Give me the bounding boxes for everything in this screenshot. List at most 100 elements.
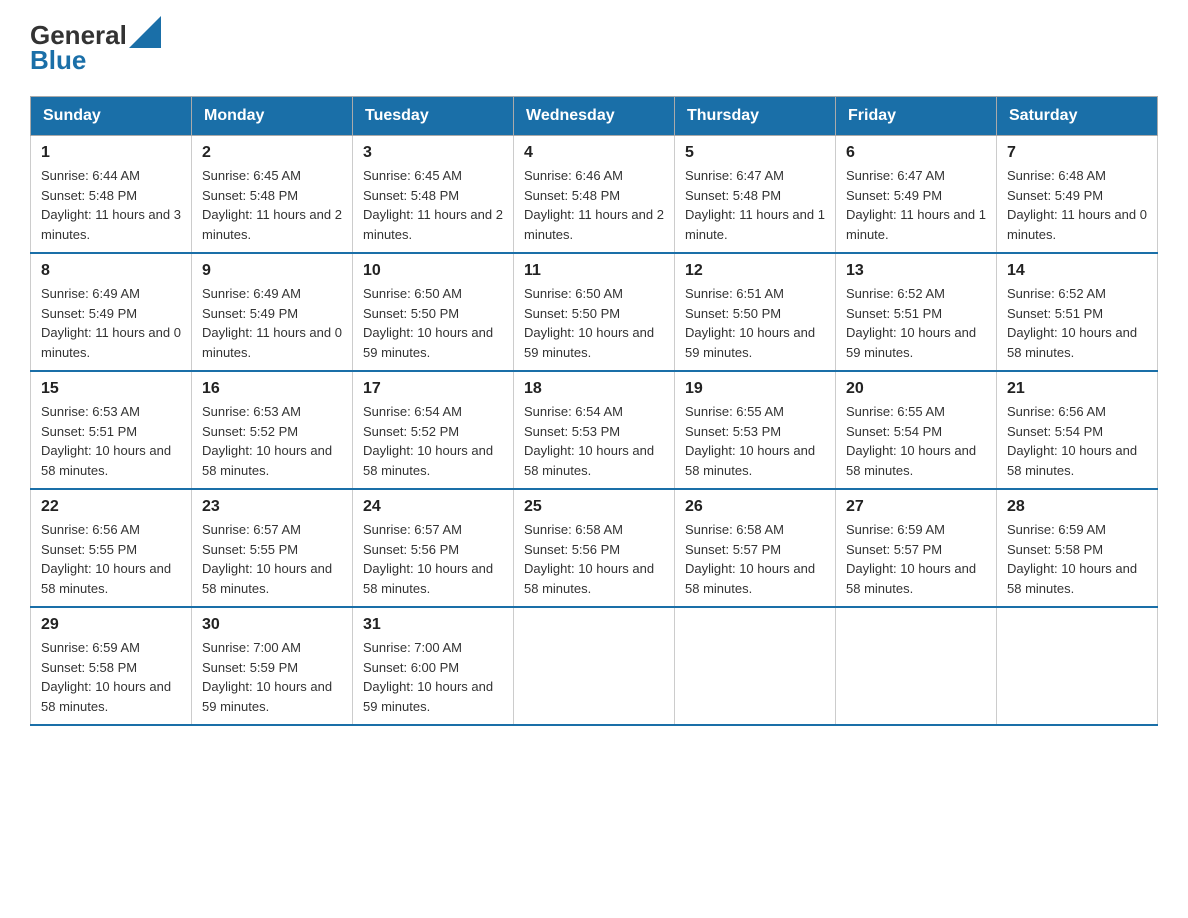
day-info: Sunrise: 6:59 AMSunset: 5:57 PMDaylight:… <box>846 520 986 598</box>
calendar-cell: 1 Sunrise: 6:44 AMSunset: 5:48 PMDaylight… <box>31 136 192 254</box>
calendar-cell: 8 Sunrise: 6:49 AMSunset: 5:49 PMDaylight… <box>31 253 192 371</box>
day-number: 8 <box>41 262 181 280</box>
calendar-cell: 7 Sunrise: 6:48 AMSunset: 5:49 PMDaylight… <box>997 136 1158 254</box>
day-number: 15 <box>41 380 181 398</box>
calendar-cell: 4 Sunrise: 6:46 AMSunset: 5:48 PMDaylight… <box>514 136 675 254</box>
week-row-1: 1 Sunrise: 6:44 AMSunset: 5:48 PMDaylight… <box>31 136 1158 254</box>
day-info: Sunrise: 6:49 AMSunset: 5:49 PMDaylight:… <box>202 284 342 362</box>
day-info: Sunrise: 6:50 AMSunset: 5:50 PMDaylight:… <box>363 284 503 362</box>
day-info: Sunrise: 6:55 AMSunset: 5:54 PMDaylight:… <box>846 402 986 480</box>
calendar-cell: 19 Sunrise: 6:55 AMSunset: 5:53 PMDayligh… <box>675 371 836 489</box>
day-info: Sunrise: 6:56 AMSunset: 5:54 PMDaylight:… <box>1007 402 1147 480</box>
day-info: Sunrise: 6:52 AMSunset: 5:51 PMDaylight:… <box>1007 284 1147 362</box>
calendar-cell: 10 Sunrise: 6:50 AMSunset: 5:50 PMDayligh… <box>353 253 514 371</box>
calendar-cell: 3 Sunrise: 6:45 AMSunset: 5:48 PMDaylight… <box>353 136 514 254</box>
day-info: Sunrise: 6:52 AMSunset: 5:51 PMDaylight:… <box>846 284 986 362</box>
day-number: 14 <box>1007 262 1147 280</box>
day-info: Sunrise: 6:59 AMSunset: 5:58 PMDaylight:… <box>41 638 181 716</box>
day-number: 12 <box>685 262 825 280</box>
day-info: Sunrise: 6:54 AMSunset: 5:53 PMDaylight:… <box>524 402 664 480</box>
day-info: Sunrise: 6:44 AMSunset: 5:48 PMDaylight:… <box>41 166 181 244</box>
day-number: 21 <box>1007 380 1147 398</box>
day-number: 31 <box>363 616 503 634</box>
day-info: Sunrise: 6:59 AMSunset: 5:58 PMDaylight:… <box>1007 520 1147 598</box>
weekday-header-monday: Monday <box>192 97 353 136</box>
day-info: Sunrise: 6:58 AMSunset: 5:56 PMDaylight:… <box>524 520 664 598</box>
day-number: 1 <box>41 144 181 162</box>
calendar-table: SundayMondayTuesdayWednesdayThursdayFrid… <box>30 96 1158 726</box>
logo-icon <box>129 16 161 48</box>
calendar-cell: 14 Sunrise: 6:52 AMSunset: 5:51 PMDayligh… <box>997 253 1158 371</box>
day-number: 29 <box>41 616 181 634</box>
calendar-cell: 26Sunrise: 6:58 AMSunset: 5:57 PMDayligh… <box>675 489 836 607</box>
day-info: Sunrise: 6:54 AMSunset: 5:52 PMDaylight:… <box>363 402 503 480</box>
calendar-cell: 25 Sunrise: 6:58 AMSunset: 5:56 PMDayligh… <box>514 489 675 607</box>
calendar-cell: 16 Sunrise: 6:53 AMSunset: 5:52 PMDayligh… <box>192 371 353 489</box>
calendar-cell: 24Sunrise: 6:57 AMSunset: 5:56 PMDayligh… <box>353 489 514 607</box>
day-number: 20 <box>846 380 986 398</box>
day-number: 4 <box>524 144 664 162</box>
weekday-header-wednesday: Wednesday <box>514 97 675 136</box>
week-row-2: 8 Sunrise: 6:49 AMSunset: 5:49 PMDaylight… <box>31 253 1158 371</box>
calendar-cell: 23 Sunrise: 6:57 AMSunset: 5:55 PMDayligh… <box>192 489 353 607</box>
day-number: 13 <box>846 262 986 280</box>
day-info: Sunrise: 6:47 AMSunset: 5:48 PMDaylight:… <box>685 166 825 244</box>
day-info: Sunrise: 6:47 AMSunset: 5:49 PMDaylight:… <box>846 166 986 244</box>
day-number: 11 <box>524 262 664 280</box>
weekday-header-row: SundayMondayTuesdayWednesdayThursdayFrid… <box>31 97 1158 136</box>
calendar-cell: 17 Sunrise: 6:54 AMSunset: 5:52 PMDayligh… <box>353 371 514 489</box>
calendar-cell: 5 Sunrise: 6:47 AMSunset: 5:48 PMDaylight… <box>675 136 836 254</box>
day-number: 19 <box>685 380 825 398</box>
day-number: 10 <box>363 262 503 280</box>
weekday-header-thursday: Thursday <box>675 97 836 136</box>
calendar-cell: 29 Sunrise: 6:59 AMSunset: 5:58 PMDayligh… <box>31 607 192 725</box>
calendar-cell: 18 Sunrise: 6:54 AMSunset: 5:53 PMDayligh… <box>514 371 675 489</box>
calendar-cell: 21 Sunrise: 6:56 AMSunset: 5:54 PMDayligh… <box>997 371 1158 489</box>
day-number: 16 <box>202 380 342 398</box>
calendar-cell: 11 Sunrise: 6:50 AMSunset: 5:50 PMDayligh… <box>514 253 675 371</box>
day-info: Sunrise: 6:48 AMSunset: 5:49 PMDaylight:… <box>1007 166 1147 244</box>
day-number: 28 <box>1007 498 1147 516</box>
calendar-cell: 20 Sunrise: 6:55 AMSunset: 5:54 PMDayligh… <box>836 371 997 489</box>
day-info: Sunrise: 6:49 AMSunset: 5:49 PMDaylight:… <box>41 284 181 362</box>
calendar-cell: 31 Sunrise: 7:00 AMSunset: 6:00 PMDayligh… <box>353 607 514 725</box>
day-number: 22 <box>41 498 181 516</box>
weekday-header-tuesday: Tuesday <box>353 97 514 136</box>
day-number: 5 <box>685 144 825 162</box>
day-number: 18 <box>524 380 664 398</box>
day-info: Sunrise: 7:00 AMSunset: 6:00 PMDaylight:… <box>363 638 503 716</box>
calendar-cell: 12 Sunrise: 6:51 AMSunset: 5:50 PMDayligh… <box>675 253 836 371</box>
day-info: Sunrise: 6:57 AMSunset: 5:55 PMDaylight:… <box>202 520 342 598</box>
day-number: 17 <box>363 380 503 398</box>
calendar-cell: 9 Sunrise: 6:49 AMSunset: 5:49 PMDaylight… <box>192 253 353 371</box>
day-info: Sunrise: 6:46 AMSunset: 5:48 PMDaylight:… <box>524 166 664 244</box>
day-number: 6 <box>846 144 986 162</box>
calendar-cell: 6 Sunrise: 6:47 AMSunset: 5:49 PMDaylight… <box>836 136 997 254</box>
calendar-cell <box>675 607 836 725</box>
calendar-cell: 2Sunrise: 6:45 AMSunset: 5:48 PMDaylight… <box>192 136 353 254</box>
day-number: 7 <box>1007 144 1147 162</box>
week-row-5: 29 Sunrise: 6:59 AMSunset: 5:58 PMDayligh… <box>31 607 1158 725</box>
day-info: Sunrise: 6:56 AMSunset: 5:55 PMDaylight:… <box>41 520 181 598</box>
day-info: Sunrise: 6:57 AMSunset: 5:56 PMDaylight:… <box>363 520 503 598</box>
calendar-cell: 13 Sunrise: 6:52 AMSunset: 5:51 PMDayligh… <box>836 253 997 371</box>
day-info: Sunrise: 6:50 AMSunset: 5:50 PMDaylight:… <box>524 284 664 362</box>
day-number: 30 <box>202 616 342 634</box>
day-number: 23 <box>202 498 342 516</box>
day-info: Sunrise: 6:55 AMSunset: 5:53 PMDaylight:… <box>685 402 825 480</box>
day-info: Sunrise: 6:53 AMSunset: 5:51 PMDaylight:… <box>41 402 181 480</box>
day-number: 3 <box>363 144 503 162</box>
day-number: 2 <box>202 144 342 162</box>
day-number: 9 <box>202 262 342 280</box>
calendar-cell: 22 Sunrise: 6:56 AMSunset: 5:55 PMDayligh… <box>31 489 192 607</box>
weekday-header-sunday: Sunday <box>31 97 192 136</box>
page-header: General Blue <box>30 20 1158 76</box>
calendar-cell: 15 Sunrise: 6:53 AMSunset: 5:51 PMDayligh… <box>31 371 192 489</box>
weekday-header-friday: Friday <box>836 97 997 136</box>
day-info: Sunrise: 6:51 AMSunset: 5:50 PMDaylight:… <box>685 284 825 362</box>
calendar-cell <box>836 607 997 725</box>
day-number: 25 <box>524 498 664 516</box>
day-info: Sunrise: 6:45 AMSunset: 5:48 PMDaylight:… <box>363 166 503 244</box>
day-info: Sunrise: 6:53 AMSunset: 5:52 PMDaylight:… <box>202 402 342 480</box>
day-info: Sunrise: 7:00 AMSunset: 5:59 PMDaylight:… <box>202 638 342 716</box>
